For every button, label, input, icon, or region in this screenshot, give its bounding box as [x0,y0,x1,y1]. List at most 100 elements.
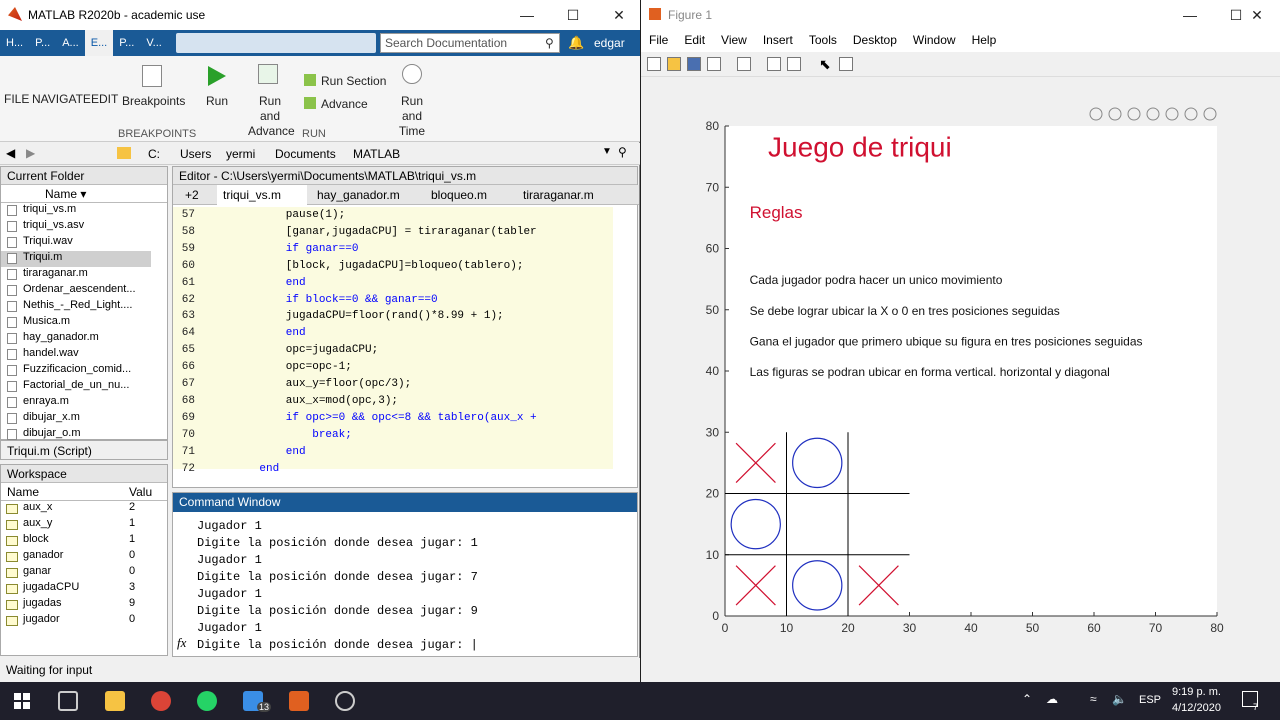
figure-close-button[interactable]: ✕ [1234,0,1280,30]
axes[interactable]: 0 10 20 30 40 50 60 70 80 0 10 20 30 40 50 60 70 80 Juego … [641,78,1280,682]
workspace-row[interactable]: jugadas 9 [1,597,167,613]
file-row[interactable]: triqui_vs.asv [1,219,151,235]
menu-help[interactable]: Help [964,30,1005,52]
file-row[interactable]: handel.wav [1,347,151,363]
tab-apps[interactable]: A... [56,30,85,56]
code-line[interactable]: opc=jugadaCPU; [233,344,378,356]
menu-view[interactable]: View [713,30,755,52]
code-line[interactable]: aux_x=mod(opc,3); [233,395,398,407]
menu-tools[interactable]: Tools [801,30,845,52]
file-row[interactable]: Triqui.wav [1,235,151,251]
run-and-advance-button[interactable]: Run and Advance [248,94,295,139]
matlab-taskbar-icon[interactable] [289,691,309,711]
file-row[interactable]: triqui_vs.m [1,203,151,219]
name-column-header[interactable]: Name [7,485,39,499]
tab-triqui-vs[interactable]: triqui_vs.m [217,185,307,205]
code-line[interactable]: break; [233,429,352,441]
legend-icon[interactable] [787,57,801,71]
tab-publish[interactable]: P... [113,30,140,56]
quick-access-toolbar[interactable] [176,33,376,53]
file-row[interactable]: Musica.m [1,315,151,331]
tab-home[interactable]: H... [0,30,29,56]
close-button[interactable]: ✕ [596,0,642,30]
maximize-button[interactable]: ☐ [550,0,596,30]
code-line[interactable]: if opc>=0 && opc<=8 && tablero(aux_x + [233,412,537,424]
workspace-row[interactable]: aux_y 1 [1,517,167,533]
path-segment[interactable]: yermi [226,147,255,161]
task-view-icon[interactable] [58,691,78,711]
start-icon[interactable] [14,693,30,709]
tab-tiraraganar[interactable]: tiraraganar.m [517,185,600,205]
file-row[interactable]: Ordenar_aescendent... [1,283,151,299]
file-row[interactable]: Factorial_de_un_nu... [1,379,151,395]
breakpoints-button[interactable]: Breakpoints [122,94,185,109]
open-icon[interactable] [667,57,681,71]
path-segment[interactable]: MATLAB [353,147,400,161]
obs-icon[interactable] [335,691,355,711]
tab-hay-ganador[interactable]: hay_ganador.m [311,185,406,205]
back-icon[interactable]: ◀ [6,146,15,160]
workspace-column-header[interactable]: Name Valu [1,483,167,501]
search-documentation-input[interactable]: Search Documentation [380,33,560,53]
file-row[interactable]: hay_ganador.m [1,331,151,347]
address-bar[interactable]: ◀ ▶ C: Users yermi Documents MATLAB ▼ ⚲ [0,143,640,165]
workspace-row[interactable]: jugadaCPU 3 [1,581,167,597]
chrome-icon[interactable] [151,691,171,711]
code-line[interactable]: aux_y=floor(opc/3); [233,378,411,390]
code-line[interactable]: end [233,327,306,339]
dropdown-icon[interactable]: ▼ [602,146,612,157]
volume-icon[interactable]: 🔈 [1112,692,1127,706]
whatsapp-icon[interactable] [197,691,217,711]
language-indicator[interactable]: ESP [1139,694,1161,706]
code-line[interactable]: if ganar==0 [233,243,359,255]
new-figure-icon[interactable] [647,57,661,71]
property-editor-icon[interactable] [839,57,853,71]
network-icon[interactable]: ≈ [1090,692,1097,706]
code-line[interactable]: pause(1); [233,209,345,221]
run-and-time-button[interactable]: Run and Time [390,94,434,139]
print-icon[interactable] [707,57,721,71]
path-segment[interactable]: Users [180,147,211,161]
menu-window[interactable]: Window [905,30,964,52]
file-row[interactable]: Triqui.m [1,251,151,267]
menu-file[interactable]: File [641,30,676,52]
code-area[interactable]: 57 pause(1); 58 [ganar,jugadaCPU] = tirar… [173,207,613,475]
clock-date[interactable]: 4/12/2020 [1172,702,1221,714]
code-line[interactable]: jugadaCPU=floor(rand()*8.99 + 1); [233,310,504,322]
command-window[interactable]: Command Window fx Jugador 1 Digite la pos… [172,492,638,657]
file-group-button[interactable]: FILE [4,92,29,107]
file-explorer-icon[interactable] [105,691,125,711]
workspace-row[interactable]: block 1 [1,533,167,549]
file-row[interactable]: Nethis_-_Red_Light.... [1,299,151,315]
column-header[interactable]: Name ▾ [1,185,167,203]
advance-button[interactable]: Advance [321,97,368,112]
workspace-row[interactable]: ganar 0 [1,565,167,581]
menu-insert[interactable]: Insert [755,30,801,52]
code-line[interactable]: end [233,463,279,475]
code-line[interactable]: end [233,277,306,289]
tray-chevron-icon[interactable]: ⌃ [1022,692,1032,706]
tab-view[interactable]: V... [140,30,168,56]
tab-editor[interactable]: E... [84,30,114,56]
file-row[interactable]: Fuzzificacion_comid... [1,363,151,379]
link-icon[interactable] [737,57,751,71]
file-detail-bar[interactable]: Triqui.m (Script) [0,440,168,460]
workspace-row[interactable]: jugador 0 [1,613,167,629]
code-line[interactable]: opc=opc-1; [233,361,352,373]
run-section-button[interactable]: Run Section [321,74,386,89]
path-segment[interactable]: C: [148,147,160,161]
bell-icon[interactable]: 🔔 [568,35,584,51]
user-menu[interactable]: edgar [594,36,625,50]
colorbar-icon[interactable] [767,57,781,71]
fx-icon[interactable]: fx [177,635,186,651]
pointer-icon[interactable]: ⬉ [819,56,831,73]
name-column-header[interactable]: Name [45,187,77,201]
minimize-button[interactable]: — [504,0,550,30]
run-button[interactable]: Run [206,94,228,109]
figure-minimize-button[interactable]: — [1167,0,1213,30]
code-line[interactable]: [ganar,jugadaCPU] = tiraraganar(tabler [233,226,537,238]
tab-more[interactable]: +2 [179,185,205,205]
file-row[interactable]: dibujar_x.m [1,411,151,427]
menu-edit[interactable]: Edit [676,30,713,52]
workspace-row[interactable]: aux_x 2 [1,501,167,517]
